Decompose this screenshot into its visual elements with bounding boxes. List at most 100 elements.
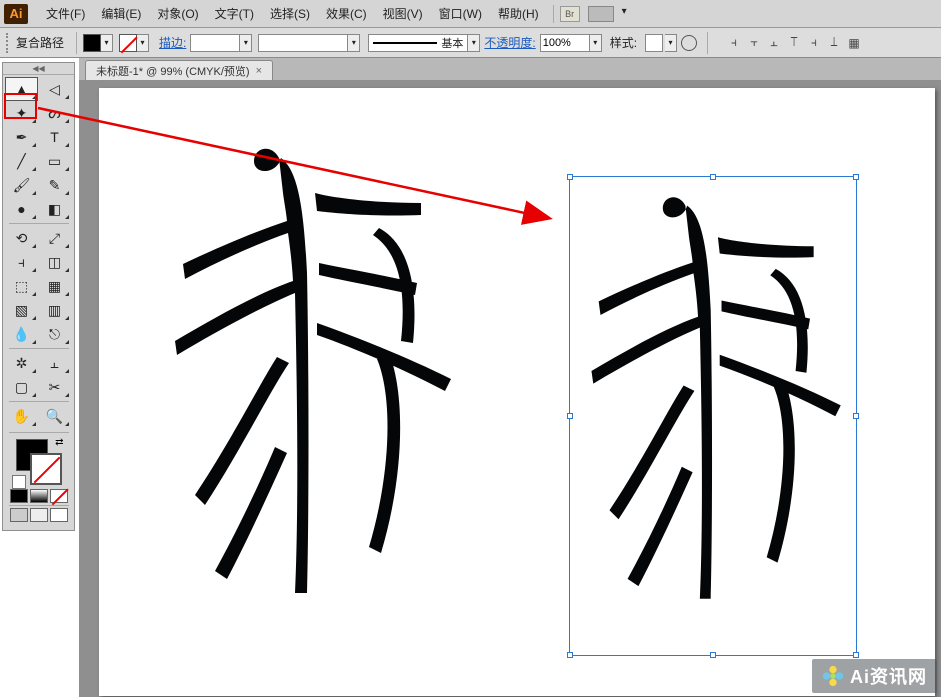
shape-builder-tool[interactable]: ⬚ [5, 274, 38, 298]
column-graph-tool[interactable]: ⫠ [38, 351, 71, 375]
line-segment-tool[interactable]: ╱ [5, 149, 38, 173]
watermark-text: Ai资讯网 [850, 663, 927, 689]
screen-mode-full-icon[interactable] [30, 508, 48, 522]
recolor-artwork-icon[interactable] [681, 35, 697, 51]
selection-handle-sw[interactable] [567, 652, 573, 658]
align-left-icon[interactable]: ⫞ [726, 35, 742, 51]
selection-handle-n[interactable] [710, 174, 716, 180]
align-vcenter-icon[interactable]: ⫞ [806, 35, 822, 51]
eraser-tool[interactable]: ◧ [38, 197, 71, 221]
default-fill-stroke-icon[interactable] [12, 475, 26, 489]
menu-object[interactable]: 对象(O) [149, 5, 206, 22]
menu-select[interactable]: 选择(S) [262, 5, 318, 22]
selection-type-label: 复合路径 [16, 34, 64, 51]
document-tab-close-icon[interactable]: × [256, 65, 262, 77]
stroke-swatch[interactable] [119, 34, 137, 52]
width-tool[interactable]: ⫞ [5, 250, 38, 274]
arrange-documents-button[interactable] [588, 6, 614, 22]
menu-effect[interactable]: 效果(C) [318, 5, 375, 22]
pencil-tool[interactable]: ✎ [38, 173, 71, 197]
stroke-indicator[interactable] [30, 453, 62, 485]
rotate-tool[interactable]: ⟲ [5, 226, 38, 250]
opacity-label-link[interactable]: 不透明度: [484, 34, 535, 51]
type-tool[interactable]: T [38, 125, 71, 149]
gradient-tool[interactable]: ▥ [38, 298, 71, 322]
dash-style-dropdown[interactable]: ▾ [348, 34, 360, 52]
selection-handle-se[interactable] [853, 652, 859, 658]
pen-tool[interactable]: ✒ [5, 125, 38, 149]
perspective-grid-tool[interactable]: ▦ [38, 274, 71, 298]
dash-style-field[interactable] [258, 34, 348, 52]
screen-mode-presentation-icon[interactable] [50, 508, 68, 522]
app-logo: Ai [4, 4, 28, 24]
artwork-plant-left[interactable] [159, 133, 469, 653]
menu-window[interactable]: 窗口(W) [431, 5, 490, 22]
gradient-mode-icon[interactable] [30, 489, 48, 503]
align-bottom-icon[interactable]: ⟘ [826, 35, 842, 51]
menu-view[interactable]: 视图(V) [375, 5, 431, 22]
tools-panel: ◀◀ ▲◁✦ᔕ✒T╱▭🖌✎●◧⟲⤢⫞◫⬚▦▧▥💧⎋✲⫠▢✂✋🔍 ⇄ [2, 62, 75, 531]
graphic-style-swatch[interactable] [645, 34, 663, 52]
document-tab-bar: 未标题-1* @ 99% (CMYK/预览) × [79, 58, 941, 80]
menu-help[interactable]: 帮助(H) [490, 5, 547, 22]
free-transform-tool[interactable]: ◫ [38, 250, 71, 274]
stroke-weight-dropdown[interactable]: ▾ [240, 34, 252, 52]
stroke-label-link[interactable]: 描边: [159, 34, 186, 51]
paintbrush-tool[interactable]: 🖌 [5, 173, 38, 197]
watermark: Ai资讯网 [812, 659, 937, 693]
mesh-tool[interactable]: ▧ [5, 298, 38, 322]
stroke-dropdown[interactable]: ▾ [137, 34, 149, 52]
direct-selection-tool[interactable]: ◁ [38, 77, 71, 101]
brush-definition[interactable]: 基本 [368, 34, 468, 52]
screen-mode-normal-icon[interactable] [10, 508, 28, 522]
style-label: 样式: [610, 34, 637, 51]
fill-swatch[interactable] [83, 34, 101, 52]
align-buttons: ⫞ ⫟ ⫠ ⟙ ⫞ ⟘ ▦ [726, 35, 862, 51]
align-top-icon[interactable]: ⟙ [786, 35, 802, 51]
menu-bar: Ai 文件(F) 编辑(E) 对象(O) 文字(T) 选择(S) 效果(C) 视… [0, 0, 941, 28]
symbol-sprayer-tool[interactable]: ✲ [5, 351, 38, 375]
selection-handle-nw[interactable] [567, 174, 573, 180]
magic-wand-tool[interactable]: ✦ [5, 101, 38, 125]
rectangle-tool[interactable]: ▭ [38, 149, 71, 173]
eyedropper-tool[interactable]: 💧 [5, 322, 38, 346]
selection-handle-ne[interactable] [853, 174, 859, 180]
selection-handle-s[interactable] [710, 652, 716, 658]
blob-brush-tool[interactable]: ● [5, 197, 38, 221]
swap-fill-stroke-icon[interactable]: ⇄ [55, 437, 63, 448]
fill-dropdown[interactable]: ▾ [101, 34, 113, 52]
selection-handle-w[interactable] [567, 413, 573, 419]
graphic-style-dropdown[interactable]: ▾ [665, 34, 677, 52]
document-tab[interactable]: 未标题-1* @ 99% (CMYK/预览) × [85, 60, 273, 80]
canvas-area[interactable] [79, 80, 941, 697]
color-mode-icon[interactable] [10, 489, 28, 503]
align-hcenter-icon[interactable]: ⫟ [746, 35, 762, 51]
selection-bounding-box[interactable] [569, 176, 857, 656]
tools-collapse-icon[interactable]: ◀◀ [3, 63, 74, 75]
menu-file[interactable]: 文件(F) [38, 5, 93, 22]
menu-type[interactable]: 文字(T) [207, 5, 262, 22]
lasso-tool[interactable]: ᔕ [38, 101, 71, 125]
artboard-tool[interactable]: ▢ [5, 375, 38, 399]
transform-panel-icon[interactable]: ▦ [846, 35, 862, 51]
scale-tool[interactable]: ⤢ [38, 226, 71, 250]
selection-tool[interactable]: ▲ [5, 77, 38, 101]
none-mode-icon[interactable] [50, 489, 68, 503]
control-bar: 复合路径 ▾ ▾ 描边: ▾ ▾ 基本 ▾ 不透明度: ▾ 样式: ▾ ⫞ ⫟ … [0, 28, 941, 58]
opacity-field[interactable] [540, 34, 590, 52]
zoom-tool[interactable]: 🔍 [38, 404, 71, 428]
hand-tool[interactable]: ✋ [5, 404, 38, 428]
blend-tool[interactable]: ⎋ [38, 322, 71, 346]
align-right-icon[interactable]: ⫠ [766, 35, 782, 51]
artboard[interactable] [99, 88, 935, 696]
opacity-dropdown[interactable]: ▾ [590, 34, 602, 52]
stroke-weight-field[interactable] [190, 34, 240, 52]
control-bar-grip[interactable] [6, 33, 10, 53]
fill-stroke-indicator[interactable]: ⇄ [16, 439, 62, 485]
slice-tool[interactable]: ✂ [38, 375, 71, 399]
bridge-button[interactable]: Br [560, 6, 580, 22]
brush-dropdown[interactable]: ▾ [468, 34, 480, 52]
menu-edit[interactable]: 编辑(E) [93, 5, 149, 22]
selection-handle-e[interactable] [853, 413, 859, 419]
document-tab-title: 未标题-1* @ 99% (CMYK/预览) [96, 63, 250, 79]
